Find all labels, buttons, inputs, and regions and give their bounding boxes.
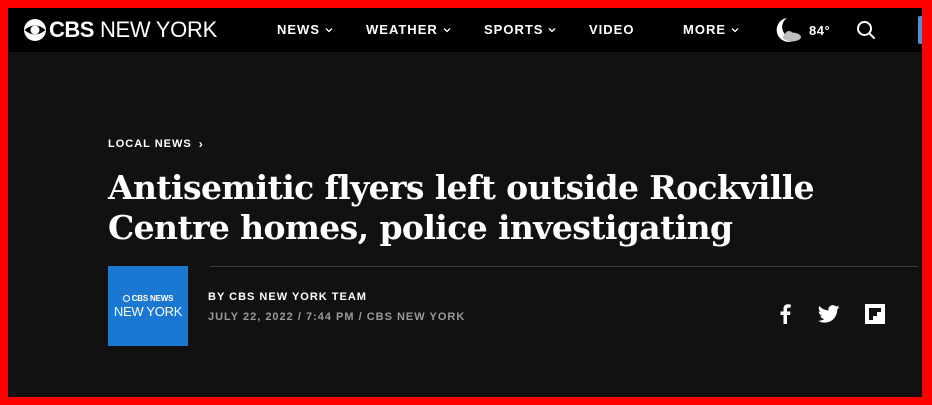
facebook-icon (780, 304, 791, 324)
chevron-down-icon (731, 27, 739, 32)
article-byline[interactable]: BY CBS NEW YORK TEAM (208, 291, 367, 303)
chevron-down-icon (549, 27, 556, 32)
moon-cloud-icon (776, 18, 801, 42)
twitter-icon (818, 305, 840, 323)
breadcrumb-label: LOCAL NEWS (108, 138, 192, 150)
nav-label: SPORTS (484, 22, 544, 37)
breadcrumb[interactable]: LOCAL NEWS › (108, 137, 204, 151)
nav-item-more[interactable]: MORE (683, 22, 739, 37)
weather-widget[interactable]: 84° (773, 16, 830, 44)
nav-item-video[interactable]: VIDEO (589, 22, 634, 37)
page-frame: CBS NEW YORK NEWS WEATHER SPORTS VIDEO M… (8, 8, 922, 397)
divider (210, 266, 918, 267)
nav-label: WEATHER (366, 22, 438, 37)
nav-item-weather[interactable]: WEATHER (366, 22, 451, 37)
edge-tab[interactable] (918, 16, 922, 44)
flipboard-icon (865, 304, 885, 324)
logo-station: NEW YORK (99, 17, 217, 42)
avatar-line2: NEW YORK (113, 303, 183, 319)
chevron-down-icon (443, 27, 451, 32)
chevron-down-icon (325, 27, 333, 32)
site-header: CBS NEW YORK NEWS WEATHER SPORTS VIDEO M… (8, 8, 922, 52)
breadcrumb-separator: › (198, 137, 204, 151)
nav-label: VIDEO (589, 22, 635, 37)
cbs-eye-icon (24, 19, 46, 41)
nav-item-sports[interactable]: SPORTS (484, 22, 556, 37)
nav-label: NEWS (277, 22, 320, 37)
logo-brand: CBS (49, 17, 94, 42)
nav-item-news[interactable]: NEWS (277, 22, 333, 37)
article-dateline: JULY 22, 2022 / 7:44 PM / CBS NEW YORK (208, 311, 466, 323)
site-logo[interactable]: CBS NEW YORK (23, 17, 217, 43)
nav-label: MORE (683, 22, 726, 37)
article-headline: Antisemitic flyers left outside Rockvill… (108, 168, 815, 247)
weather-temperature: 84° (809, 22, 831, 38)
avatar-top-line: CBS NEWS (122, 293, 174, 303)
avatar-line1: CBS NEWS (131, 293, 174, 303)
cbs-eye-icon (122, 294, 130, 302)
share-flipboard-button[interactable] (864, 303, 886, 325)
share-facebook-button[interactable] (774, 303, 796, 325)
author-avatar[interactable]: CBS NEWS NEW YORK (108, 266, 188, 346)
share-twitter-button[interactable] (818, 303, 840, 325)
search-icon[interactable] (856, 20, 876, 40)
